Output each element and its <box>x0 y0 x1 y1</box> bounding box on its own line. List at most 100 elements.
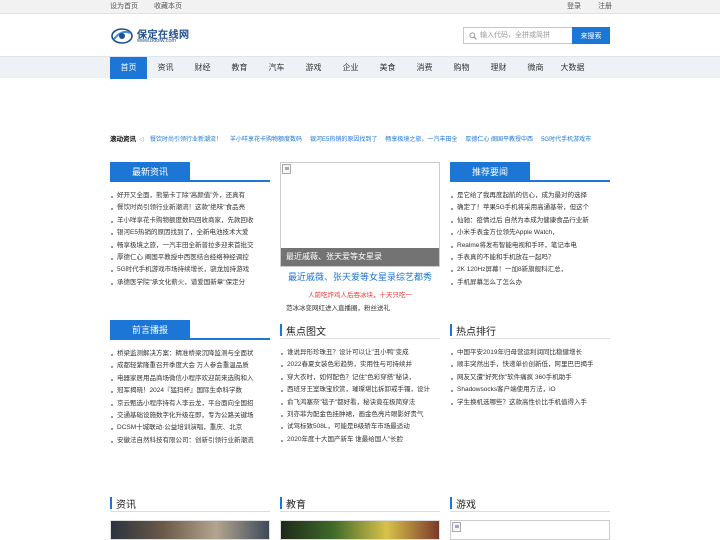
search-button[interactable]: 来搜索 <box>572 27 610 44</box>
nav-item-bigdata[interactable]: 大数据 <box>554 57 591 79</box>
list-item[interactable]: 刘亦菲为配金色挂肿裙，画金色亮片眼影好贵气 <box>280 409 440 421</box>
ticker-item[interactable]: 羊小咩享花卡购物额度数码 <box>230 137 302 143</box>
list-item[interactable]: Shadowsocks客户端使用方法，iO <box>450 384 610 396</box>
list-item[interactable]: 手机屏幕怎么了怎么办 <box>450 277 610 289</box>
list-item[interactable]: 手表真的不能和手机放在一起吗？ <box>450 252 610 264</box>
set-home-link[interactable]: 设为首页 <box>110 3 138 10</box>
news-thumbnail[interactable] <box>110 520 270 540</box>
latest-news-section: 最新资讯 好开又全面，熊猫卡丁除"高颜值"外，还真有 餐饮时尚引领行业新潮流！这… <box>110 162 270 289</box>
ticker-item[interactable]: 餐饮时尚引领行业新潮流！ <box>150 137 222 143</box>
list-item[interactable]: 桥梁监测解决方案：精准桥梁沉降监测与全面状 <box>110 348 270 360</box>
list-item[interactable]: 仙驰：疫情过后 自然为本成为健康食品行业新 <box>450 215 610 227</box>
ticker-item[interactable]: 5G时代手机游戏市 <box>541 137 591 143</box>
nav-item-enterprise[interactable]: 企业 <box>332 57 369 79</box>
nav-item-home[interactable]: 首页 <box>110 57 147 79</box>
hot-ranking-header: 热点排行 <box>450 321 610 339</box>
nav-item-wechat-biz[interactable]: 微商 <box>517 57 554 79</box>
logo-emblem-icon <box>111 28 133 44</box>
list-item[interactable]: 小米手表金方位领先Apple Watch， <box>450 227 610 239</box>
search-icon <box>469 32 477 40</box>
list-item[interactable]: 俞飞鸿塞奈"毯子"都好看，秘诀竟在极简穿法 <box>280 397 440 409</box>
logo-url: www.bdolw.com <box>137 38 177 44</box>
focus-image[interactable]: 最近戚薇、张天爱等女星录 <box>280 162 440 267</box>
nav-item-game[interactable]: 游戏 <box>295 57 332 79</box>
list-item[interactable]: 2K 120Hz屏幕！一加8新旗舰科汇总， <box>450 264 610 276</box>
bottom-game-title[interactable]: 游戏 <box>456 496 476 511</box>
list-item[interactable]: 2022春夏女装色彩趋势，实用性与可持续并 <box>280 359 440 371</box>
bottom-game-header: 游戏 <box>450 494 610 512</box>
nav-item-education[interactable]: 教育 <box>221 57 258 79</box>
main-nav: 首页 资讯 财经 教育 汽车 游戏 企业 美食 消费 购物 理财 微商 大数据 <box>0 56 720 79</box>
list-item[interactable]: 交通基础设施数字化升级在即，专为公路关键场 <box>110 410 270 422</box>
speaker-icon: ◁ <box>139 137 144 143</box>
photo-news-title[interactable]: 焦点图文 <box>286 323 326 338</box>
nav-item-auto[interactable]: 汽车 <box>258 57 295 79</box>
search-input[interactable] <box>480 29 570 42</box>
education-thumbnail[interactable] <box>280 520 440 540</box>
bottom-education-header: 教育 <box>280 494 440 512</box>
frontier-section: 前言播报 桥梁监测解决方案：精准桥梁沉降监测与全面状 成都轻紫隆重召开季度大会 … <box>110 320 270 447</box>
ticker-item[interactable]: 厚德仁心 阐国平教授中西 <box>465 137 533 143</box>
list-item[interactable]: 冠军揭晓！2024『猛犸杯』国际生命科学数 <box>110 385 270 397</box>
latest-news-header: 最新资讯 <box>110 162 270 182</box>
focus-subline[interactable]: 人前吃炸鸡人后吞冰块，十天只吃一 <box>280 289 440 299</box>
nav-item-food[interactable]: 美食 <box>369 57 406 79</box>
list-item[interactable]: 谁说异形珍珠丑？设计可以让"丑小鸭"变成 <box>280 347 440 359</box>
latest-news-tab[interactable]: 最新资讯 <box>110 162 190 182</box>
list-item[interactable]: 银河E5热销的原因找到了，全新电池技术大爱 <box>110 227 270 239</box>
focus-headline[interactable]: 最近戚薇、张天爱等女星录综艺都秀 <box>280 270 440 283</box>
game-thumbnail[interactable] <box>450 520 610 540</box>
list-item[interactable]: 厚德仁心 阐国平教授中西医结合经络神经调控 <box>110 252 270 264</box>
list-item[interactable]: 餐饮时尚引领行业新潮流！这款"绝味"食品亮 <box>110 202 270 214</box>
top-utility-bar: 设为首页 收藏本页 登录 注册 <box>0 0 720 14</box>
bookmark-link[interactable]: 收藏本页 <box>154 3 182 10</box>
list-item[interactable]: 安徽法自然科技有限公司：创新引领行业新潮流 <box>110 435 270 447</box>
nav-item-wealth[interactable]: 理财 <box>480 57 517 79</box>
list-item[interactable]: 中国平安2019年归母营运利润同比稳健增长 <box>450 347 610 359</box>
stock-search: 来搜索 <box>463 27 610 44</box>
list-item[interactable]: 顺丰突然出手，快递单价创新低，阿里巴巴揭手 <box>450 359 610 371</box>
list-item[interactable]: Realme将发布智能电视和手环，笔记本电 <box>450 240 610 252</box>
search-box <box>463 27 572 44</box>
ticker-item[interactable]: 银河E5热销的原因找到了 <box>310 137 377 143</box>
nav-item-news[interactable]: 资讯 <box>147 57 184 79</box>
focus-subline-2[interactable]: 范冰冰变网红进入直播圈，粉丝送礼 <box>286 302 390 312</box>
list-item[interactable]: 试驾标致508L，可能是B级轿车市场最适动 <box>280 421 440 433</box>
list-item[interactable]: 网友又遭"好死你"软件痛疯 360手机助手 <box>450 372 610 384</box>
ticker-item[interactable]: 畅享极境之旅，一汽丰田全 <box>385 137 457 143</box>
site-logo[interactable]: 保定在线网 www.bdolw.com <box>110 25 190 47</box>
list-item[interactable]: 好开又全面，熊猫卡丁除"高颜值"外，还真有 <box>110 190 270 202</box>
list-item[interactable]: 穿大衣时，如何配色？记住"色彩穿搭"秘诀， <box>280 372 440 384</box>
nav-item-finance[interactable]: 财经 <box>184 57 221 79</box>
hot-ranking-section: 热点排行 中国平安2019年归母营运利润同比稳健增长 顺丰突然出手，快递单价创新… <box>450 321 610 409</box>
list-item[interactable]: DCSM十城联动·公益培训演唱，重庆、北京 <box>110 422 270 434</box>
frontier-tab[interactable]: 前言播报 <box>110 320 190 340</box>
list-item[interactable]: 承德医学院"承文化薪火，谱爱国新章"保定分 <box>110 277 270 289</box>
list-item[interactable]: 2020年度十大国产新车 谁最给国人"长脸 <box>280 434 440 446</box>
login-link[interactable]: 登录 <box>567 3 581 10</box>
recommend-header: 推荐要闻 <box>450 162 610 182</box>
ticker-label: 滚动资讯 <box>110 136 136 143</box>
nav-item-shopping[interactable]: 购物 <box>443 57 480 79</box>
register-link[interactable]: 注册 <box>598 3 612 10</box>
nav-item-consume[interactable]: 消费 <box>406 57 443 79</box>
recommend-section: 推荐要闻 是它给了我再度起航的信心，成为最对的选择 确定了！苹果5G手机将采用高… <box>450 162 610 289</box>
list-item[interactable]: 电器家居用品商场微信小程序欢迎前来选购和入 <box>110 373 270 385</box>
list-item[interactable]: 西班牙王室珠宝欣赏，璀璨堪比拆卸戒手镯，设计 <box>280 384 440 396</box>
list-item[interactable]: 羊小咩享花卡购物额度数码回收商家，先款回收 <box>110 215 270 227</box>
list-item[interactable]: 京云甄选小程序持有人李云龙，平台面向全国招 <box>110 398 270 410</box>
recommend-tab[interactable]: 推荐要闻 <box>450 162 530 182</box>
news-ticker: 滚动资讯 ◁ 餐饮时尚引领行业新潮流！ 羊小咩享花卡购物额度数码 银河E5热销的原因找到… <box>110 134 610 146</box>
focus-image-caption: 最近戚薇、张天爱等女星录 <box>281 248 439 266</box>
list-item[interactable]: 5G时代手机游戏市场持续增长，骁龙加持游戏 <box>110 264 270 276</box>
frontier-header: 前言播报 <box>110 320 270 340</box>
bottom-education-title[interactable]: 教育 <box>286 496 306 511</box>
list-item[interactable]: 是它给了我再度起航的信心，成为最对的选择 <box>450 190 610 202</box>
list-item[interactable]: 确定了！苹果5G手机将采用高通基带，但这个 <box>450 202 610 214</box>
list-item[interactable]: 学生换机选哪些？这款高性价比手机值得入手 <box>450 397 610 409</box>
list-item[interactable]: 畅享极境之旅，一汽丰田全新普拉多迎来首批交 <box>110 240 270 252</box>
bottom-news-title[interactable]: 资讯 <box>116 496 136 511</box>
bottom-news-section: 资讯 <box>110 494 270 512</box>
list-item[interactable]: 成都轻紫隆重召开季度大会 万人参会重温品质 <box>110 360 270 372</box>
hot-ranking-title[interactable]: 热点排行 <box>456 323 496 338</box>
